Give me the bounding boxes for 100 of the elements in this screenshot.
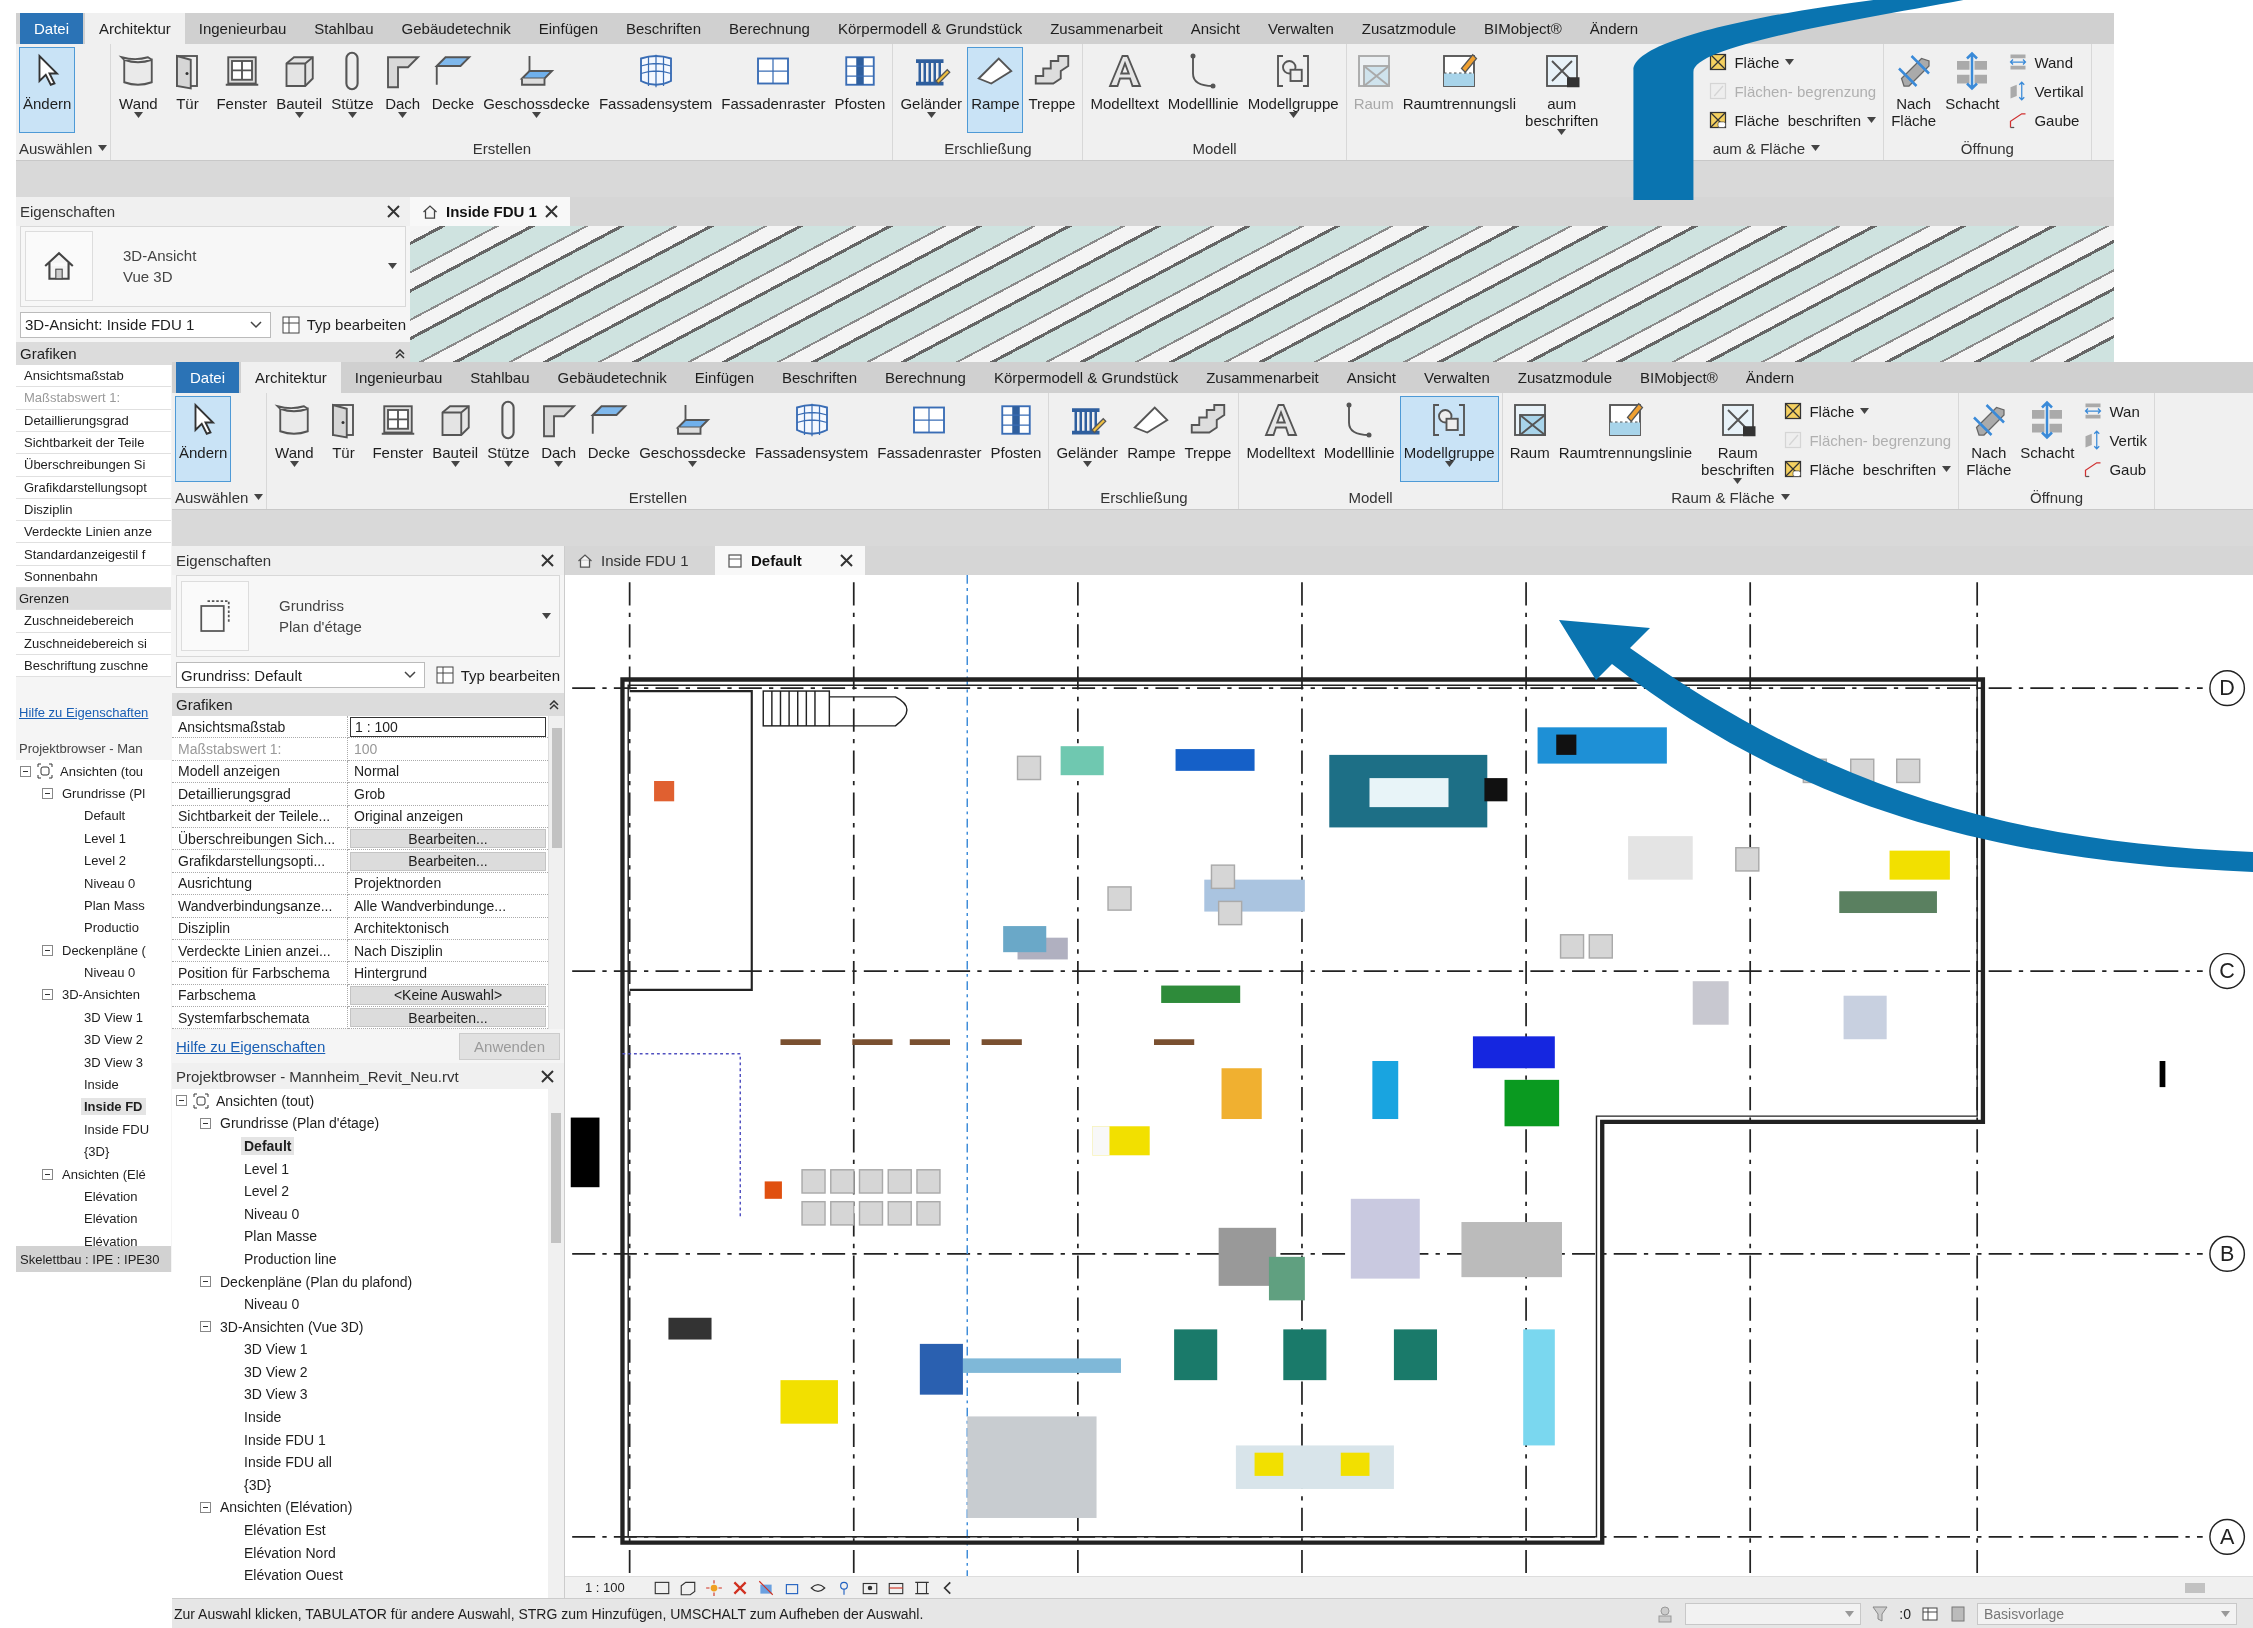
hide-icon[interactable]: [756, 1578, 775, 1597]
ribbon-tab[interactable]: BIMobject®: [1626, 362, 1732, 393]
ribbon-tab[interactable]: Datei: [20, 13, 84, 44]
ribbon-tool-button[interactable]: Nach Fläche: [1887, 47, 1941, 133]
tree-item[interactable]: {3D}: [241, 1475, 275, 1494]
scale-input-field[interactable]: 1 : 100: [350, 716, 546, 737]
ribbon-tool-button[interactable]: Rampe: [1123, 396, 1180, 482]
close-icon[interactable]: [387, 204, 400, 218]
collapse-toggle[interactable]: [42, 944, 53, 956]
close-icon[interactable]: [541, 554, 554, 567]
ribbon-tool-button[interactable]: Wand: [2008, 49, 2084, 75]
ribbon-tool-button[interactable]: Nach Fläche: [1962, 396, 2016, 482]
ribbon-tool-button[interactable]: Vertik: [2083, 427, 2147, 453]
tree-item[interactable]: Ansichten (tout): [213, 1091, 318, 1110]
ribbon-tool-button[interactable]: Dach: [378, 47, 427, 133]
ribbon-tool-button[interactable]: Gaub: [2083, 456, 2147, 482]
ribbon-tool-button[interactable]: Pfosten: [986, 396, 1046, 482]
ribbon-tool-button[interactable]: Fläche beschriften: [1783, 456, 1952, 482]
ribbon-tool-button[interactable]: Modelltext: [1086, 47, 1163, 133]
tree-item[interactable]: 3D-Ansichten (Vue 3D): [217, 1317, 367, 1336]
ribbon-tab[interactable]: Berechnung: [715, 13, 824, 44]
tree-item[interactable]: Niveau 0: [241, 1295, 303, 1314]
ribbon-tool-button[interactable]: Rampe: [967, 47, 1024, 133]
ribbon-tab[interactable]: Ingenieurbau: [340, 362, 457, 393]
collapse-toggle[interactable]: [176, 1095, 187, 1107]
tree-item[interactable]: 3D View 1: [81, 1008, 146, 1026]
tree-item[interactable]: Default: [241, 1136, 295, 1155]
collapse-toggle[interactable]: [200, 1117, 211, 1129]
tree-item[interactable]: Grundrisse (Pl: [59, 784, 149, 802]
help-link[interactable]: Hilfe zu Eigenschaften: [19, 705, 149, 721]
tree-item[interactable]: Inside: [81, 1076, 122, 1094]
tree-item[interactable]: Niveau 0: [241, 1204, 303, 1223]
ribbon-tool-button[interactable]: Ändern: [175, 396, 232, 482]
tree-item[interactable]: Default: [81, 807, 129, 825]
tree-item[interactable]: Productio: [81, 919, 142, 937]
ribbon-tool-button[interactable]: Fenster: [212, 47, 272, 133]
ribbon-tool-button[interactable]: Decke: [427, 47, 479, 133]
edit-button[interactable]: Bearbeiten...: [350, 829, 546, 849]
ribbon-tool-button[interactable]: Tür: [163, 47, 212, 133]
ribbon-tab[interactable]: Zusatzmodule: [1503, 362, 1627, 393]
edit-type-button[interactable]: Typ bearbeiten: [280, 314, 406, 335]
view-tab[interactable]: Inside FDU 1: [410, 197, 570, 226]
ribbon-tab[interactable]: Zusatzmodule: [1347, 13, 1471, 44]
ribbon-tool-button[interactable]: Fassadenraster: [873, 396, 986, 482]
tree-item[interactable]: 3D-Ansichten: [59, 986, 144, 1004]
ribbon-tab[interactable]: Ansicht: [1332, 362, 1410, 393]
collapse-toggle[interactable]: [42, 989, 53, 1001]
tree-item[interactable]: Level 1: [241, 1159, 293, 1178]
help-link[interactable]: Hilfe zu Eigenschaften: [176, 1037, 326, 1055]
ribbon-tool-button[interactable]: Gaube: [2008, 107, 2084, 133]
ribbon-tool-button[interactable]: Bauteil: [428, 396, 483, 482]
ribbon-tool-button[interactable]: Fassadensystem: [750, 396, 873, 482]
tree-item[interactable]: {3D}: [81, 1143, 113, 1161]
ribbon-tool-button[interactable]: Pfosten: [830, 47, 890, 133]
ribbon-tab[interactable]: Ansicht: [1176, 13, 1254, 44]
ribbon-tool-button[interactable]: Schacht: [2016, 396, 2079, 482]
ribbon-tool-button[interactable]: Treppe: [1180, 396, 1236, 482]
ribbon-tab[interactable]: Verwalten: [1409, 362, 1504, 393]
ribbon-tab[interactable]: Datei: [176, 362, 240, 393]
ribbon-tool-button[interactable]: Raumtrennungsli: [1398, 47, 1521, 133]
tree-item[interactable]: Deckenpläne (Plan du plafond): [217, 1272, 416, 1291]
tree-item[interactable]: Elévation Nord: [241, 1543, 339, 1562]
ribbon-tab[interactable]: Körpermodell & Grundstück: [823, 13, 1037, 44]
ribbon-tool-button[interactable]: Treppe: [1024, 47, 1080, 133]
ribbon-tool-button[interactable]: Wand: [114, 47, 163, 133]
ribbon-tool-button[interactable]: Modelllinie: [1163, 47, 1243, 133]
tree-item[interactable]: Plan Mass: [81, 896, 148, 914]
ribbon-tab[interactable]: Ändern: [1575, 13, 1653, 44]
ribbon-tool-button[interactable]: Geländer: [896, 47, 967, 133]
ribbon-tool-button[interactable]: aum beschriften: [1521, 47, 1603, 133]
tree-item[interactable]: Inside FDU all: [241, 1453, 335, 1472]
collapse-toggle[interactable]: [42, 1168, 53, 1180]
ribbon-tab[interactable]: Ingenieurbau: [184, 13, 301, 44]
ribbon-tool-button[interactable]: Decke: [583, 396, 635, 482]
ribbon-tab[interactable]: Gebäudetechnik: [543, 362, 681, 393]
ribbon-tool-button[interactable]: Fläche: [1783, 398, 1952, 424]
tree-item[interactable]: Elévation: [81, 1188, 141, 1205]
ribbon-tool-button[interactable]: Raumtrennungslinie: [1554, 396, 1697, 482]
ribbon-tool-button[interactable]: Bauteil: [272, 47, 327, 133]
tree-item[interactable]: Elévation Ouest: [241, 1566, 346, 1585]
close-icon[interactable]: [541, 1069, 554, 1083]
ribbon-tool-button[interactable]: Fenster: [368, 396, 428, 482]
ribbon-tab[interactable]: BIMobject®: [1470, 13, 1576, 44]
ribbon-tab[interactable]: Berechnung: [871, 362, 980, 393]
view-tab[interactable]: Inside FDU 1: [565, 546, 715, 575]
collapse-toggle[interactable]: [200, 1276, 211, 1287]
ribbon-tool-button[interactable]: Tür: [319, 396, 368, 482]
ribbon-tab[interactable]: Einfügen: [680, 362, 768, 393]
ribbon-tab[interactable]: Zusammenarbeit: [1192, 362, 1333, 393]
ribbon-tool-button[interactable]: Geschossdecke: [479, 47, 594, 133]
ribbon-tool-button[interactable]: Raum beschriften: [1697, 396, 1779, 482]
edit-button[interactable]: Bearbeiten...: [350, 851, 546, 871]
ribbon-tool-button[interactable]: Geschossdecke: [635, 396, 750, 482]
tree-item[interactable]: Inside FDU 1: [241, 1430, 329, 1449]
ribbon-tool-button[interactable]: Modelltext: [1242, 396, 1319, 482]
ribbon-tool-button[interactable]: Modellgruppe: [1243, 47, 1343, 133]
ribbon-tool-button[interactable]: Schacht: [1941, 47, 2004, 133]
ribbon-tool-button[interactable]: Raum: [1505, 396, 1554, 482]
ribbon-tool-button[interactable]: Fassadensystem: [594, 47, 717, 133]
close-icon[interactable]: [840, 554, 853, 567]
